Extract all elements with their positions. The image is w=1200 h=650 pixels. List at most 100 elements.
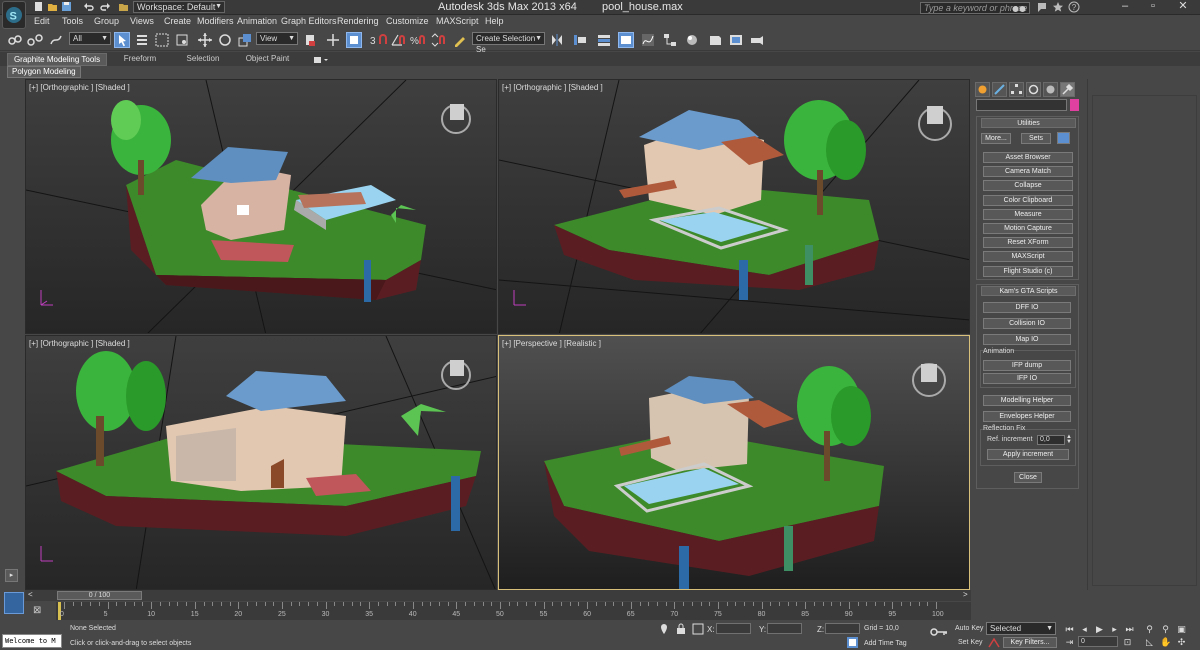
close-rollout-button[interactable]: Close <box>1014 472 1042 483</box>
menu-views[interactable]: Views <box>130 16 154 26</box>
menu-help[interactable]: Help <box>485 16 504 26</box>
add-time-tag-label[interactable]: Add Time Tag <box>864 640 907 647</box>
edit-named-selection-icon[interactable] <box>452 32 468 48</box>
schematic-view-icon[interactable] <box>662 32 678 48</box>
key-mode-toggle-icon[interactable]: ⇥ <box>1064 637 1075 648</box>
mini-curve-editor-icon[interactable]: ⊠ <box>33 605 41 616</box>
viewport-label[interactable]: [+] [Orthographic ] [Shaded ] <box>29 339 130 348</box>
material-editor-icon[interactable] <box>684 32 700 48</box>
more-button[interactable]: More... <box>981 133 1011 144</box>
select-and-rotate-icon[interactable] <box>217 32 233 48</box>
apply-increment-button[interactable]: Apply increment <box>987 449 1069 460</box>
redo-icon[interactable] <box>100 1 111 12</box>
binoculars-icon[interactable] <box>1012 2 1026 16</box>
menu-create[interactable]: Create <box>164 16 191 26</box>
viewport-label[interactable]: [+] [Orthographic ] [Shaded ] <box>502 83 603 92</box>
undo-icon[interactable] <box>83 1 94 12</box>
key-filters-button[interactable]: Key Filters... <box>1003 637 1057 648</box>
zoom-icon[interactable]: ⚲ <box>1144 624 1155 635</box>
object-name-field[interactable] <box>976 99 1067 111</box>
time-next-icon[interactable]: > <box>963 590 968 599</box>
select-by-name-icon[interactable] <box>134 32 150 48</box>
help-icon[interactable]: ? <box>1068 1 1080 16</box>
helper-button-envelopes-helper[interactable]: Envelopes Helper <box>983 411 1071 422</box>
snaps-toggle-icon[interactable]: 3 <box>370 32 387 48</box>
mirror-icon[interactable] <box>549 32 565 48</box>
rendered-frame-window-icon[interactable] <box>728 32 744 48</box>
object-color-swatch[interactable] <box>1070 99 1079 111</box>
maximize-button[interactable]: ▫ <box>1140 0 1166 15</box>
zoom-all-icon[interactable]: ⚲ <box>1160 624 1171 635</box>
helper-button-modelling-helper[interactable]: Modelling Helper <box>983 395 1071 406</box>
align-icon[interactable] <box>572 32 588 48</box>
app-logo-button[interactable]: S <box>2 1 26 29</box>
configure-button-sets-icon[interactable] <box>1057 132 1070 144</box>
utility-button-maxscript[interactable]: MAXScript <box>983 251 1073 263</box>
isolate-selection-icon[interactable] <box>659 623 669 638</box>
utility-button-asset-browser[interactable]: Asset Browser <box>983 152 1073 163</box>
spinner-snap-icon[interactable] <box>430 32 446 48</box>
set-keys-icon[interactable] <box>988 637 1000 650</box>
time-prev-icon[interactable]: < <box>28 590 33 599</box>
select-and-move-icon[interactable] <box>197 32 213 48</box>
motion-tab-icon[interactable] <box>1026 82 1041 97</box>
percent-snap-icon[interactable]: % <box>410 32 426 48</box>
viewport-layout-button[interactable] <box>4 592 24 614</box>
auto-key-button[interactable]: Auto Key <box>955 625 983 632</box>
reference-coordinate-dropdown[interactable]: View ▼ <box>256 32 298 45</box>
utility-button-camera-match[interactable]: Camera Match <box>983 166 1073 178</box>
menu-tools[interactable]: Tools <box>62 16 83 26</box>
menu-modifiers[interactable]: Modifiers <box>197 16 234 26</box>
previous-frame-icon[interactable]: ◂ <box>1079 624 1090 635</box>
key-icon[interactable] <box>930 627 948 640</box>
render-production-icon[interactable] <box>749 32 765 48</box>
animation-button-ifp-io[interactable]: IFP IO <box>983 373 1071 384</box>
gta-button-dff-io[interactable]: DFF IO <box>983 302 1071 313</box>
create-tab-icon[interactable] <box>975 82 990 97</box>
spinner-arrows-icon[interactable]: ▲ ▼ <box>1066 434 1072 445</box>
select-object-icon[interactable] <box>114 32 130 48</box>
next-frame-icon[interactable]: ▸ <box>1109 624 1120 635</box>
bind-to-space-warp-icon[interactable] <box>48 32 64 48</box>
pan-view-icon[interactable]: ✋ <box>1160 637 1171 648</box>
utility-button-measure[interactable]: Measure <box>983 208 1073 220</box>
play-icon[interactable]: ▶ <box>1094 624 1105 635</box>
selection-filter-dropdown[interactable]: All ▼ <box>69 32 111 45</box>
track-bar[interactable]: 0 5 10 15 20 25 30 35 40 45 50 55 60 65 70 75 80 85 90 95 10… <box>56 602 971 620</box>
minimize-button[interactable]: – <box>1112 0 1138 15</box>
go-to-start-icon[interactable]: ⏮ <box>1064 624 1075 635</box>
menu-animation[interactable]: Animation <box>237 16 277 26</box>
viewport-top-right[interactable]: [+] [Orthographic ] [Shaded ] <box>498 79 970 334</box>
time-slider[interactable]: 0 / 100 <box>57 591 142 600</box>
field-of-view-icon[interactable]: ◺ <box>1144 637 1155 648</box>
time-slider-track[interactable]: < 0 / 100 > <box>25 590 971 601</box>
utility-button-color-clipboard[interactable]: Color Clipboard <box>983 194 1073 206</box>
window-crossing-icon[interactable] <box>174 32 190 48</box>
ribbon-tab-freeform[interactable]: Freeform <box>110 53 170 66</box>
new-file-icon[interactable] <box>33 1 44 12</box>
ribbon-tab-graphite-modeling-tools[interactable]: Graphite Modeling Tools <box>7 53 107 66</box>
viewport-label[interactable]: [+] [Orthographic ] [Shaded ] <box>29 83 130 92</box>
viewport-bottom-right-perspective[interactable]: [+] [Perspective ] [Realistic ] <box>498 335 970 590</box>
hierarchy-tab-icon[interactable] <box>1009 82 1024 97</box>
ribbon-tab-object-paint[interactable]: Object Paint <box>235 53 300 66</box>
viewport-bottom-left[interactable]: [+] [Orthographic ] [Shaded ] <box>25 335 497 590</box>
time-configuration-icon[interactable]: ⊡ <box>1122 637 1133 648</box>
maxscript-listener-input[interactable]: Welcome to M <box>2 634 62 648</box>
gta-button-collision-io[interactable]: Collision IO <box>983 318 1071 329</box>
select-and-link-icon[interactable] <box>7 32 23 48</box>
gta-button-map-io[interactable]: Map IO <box>983 334 1071 345</box>
select-and-manipulate-icon[interactable] <box>325 32 341 48</box>
viewport-top-left[interactable]: [+] [Orthographic ] [Shaded ] <box>25 79 497 334</box>
current-frame-field[interactable]: 0 <box>1078 636 1118 647</box>
animation-button-ifp-dump[interactable]: IFP dump <box>983 360 1071 371</box>
key-mode-dropdown[interactable]: Selected ▼ <box>986 622 1056 635</box>
go-to-end-icon[interactable]: ⏭ <box>1124 624 1135 635</box>
open-file-icon[interactable] <box>47 1 58 12</box>
zoom-extents-icon[interactable]: ▣ <box>1176 624 1187 635</box>
curve-editor-icon[interactable] <box>640 32 656 48</box>
polygon-modeling-tab[interactable]: Polygon Modeling <box>7 66 81 78</box>
save-file-icon[interactable] <box>61 1 72 12</box>
angle-snap-icon[interactable] <box>390 32 406 48</box>
favorites-star-icon[interactable] <box>1052 1 1064 16</box>
